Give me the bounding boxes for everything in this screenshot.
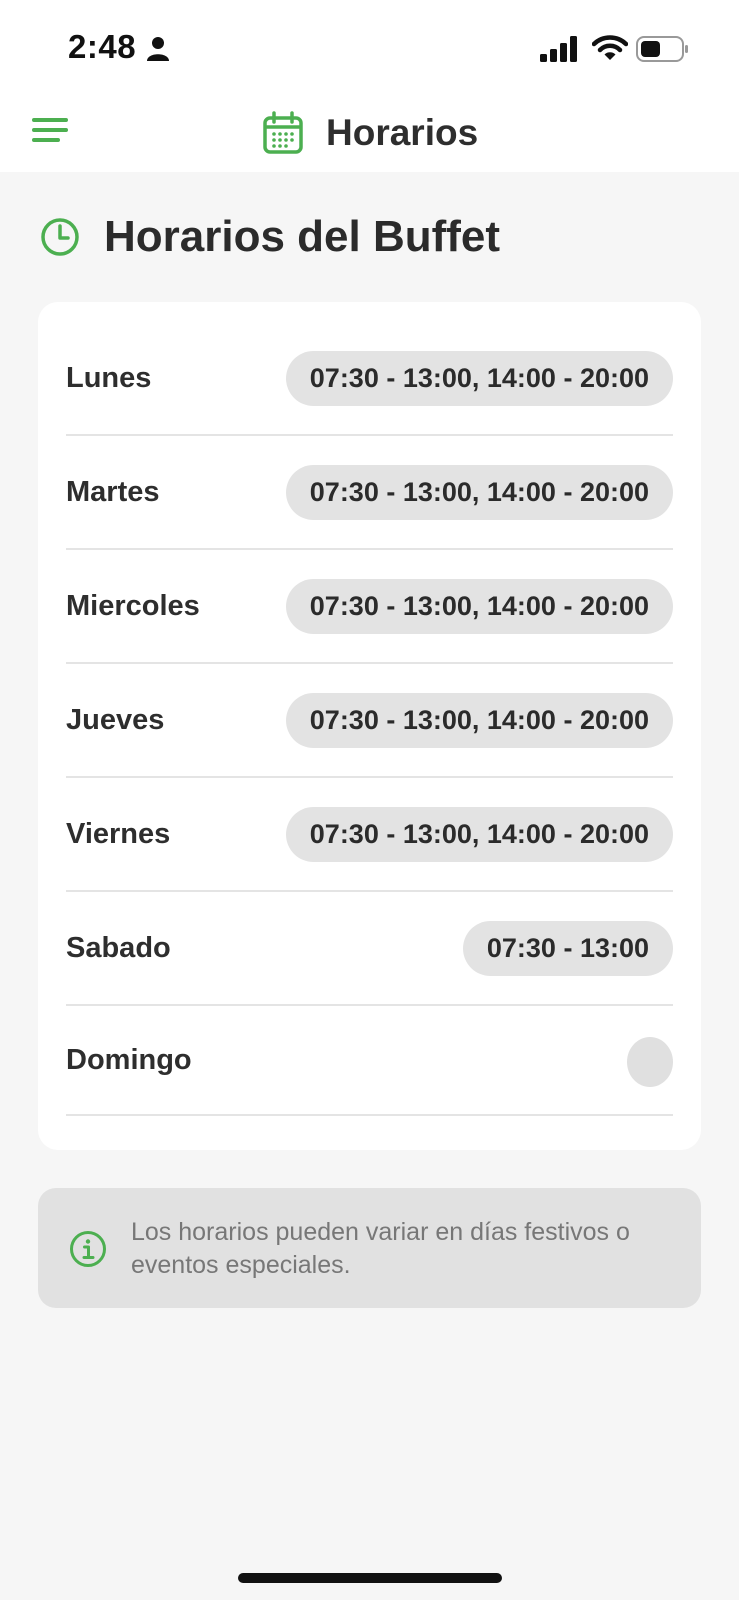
hours-badge: 07:30 - 13:00	[462, 921, 673, 976]
schedule-row-martes: Martes 07:30 - 13:00, 14:00 - 20:00	[66, 436, 673, 550]
schedule-row-miercoles: Miercoles 07:30 - 13:00, 14:00 - 20:00	[66, 550, 673, 664]
notice-text: Los horarios pueden variar en días festi…	[131, 1218, 630, 1279]
day-label: Jueves	[66, 704, 165, 736]
status-time: 2:48	[68, 28, 137, 65]
schedule-card: Lunes 07:30 - 13:00, 14:00 - 20:00 Marte…	[38, 302, 701, 1150]
day-label: Lunes	[66, 362, 152, 394]
day-label: Sabado	[66, 932, 171, 964]
app-header: Horarios	[0, 96, 739, 172]
schedule-row-sabado: Sabado 07:30 - 13:00	[66, 892, 673, 1006]
schedule-row-jueves: Jueves 07:30 - 13:00, 14:00 - 20:00	[66, 664, 673, 778]
info-notice: Los horarios pueden variar en días festi…	[38, 1188, 701, 1308]
section-header: Horarios del Buffet	[40, 212, 500, 262]
hours-badge: 07:30 - 13:00, 14:00 - 20:00	[285, 579, 673, 634]
battery-icon	[636, 36, 688, 62]
hours-badge: 07:30 - 13:00, 14:00 - 20:00	[285, 351, 673, 406]
day-label: Miercoles	[66, 590, 200, 622]
calendar-icon	[263, 111, 303, 154]
clock-icon	[41, 218, 79, 256]
person-icon	[147, 37, 169, 61]
day-label: Viernes	[66, 818, 171, 850]
schedule-row-viernes: Viernes 07:30 - 13:00, 14:00 - 20:00	[66, 778, 673, 892]
hours-badge-empty	[627, 1037, 673, 1087]
info-icon	[70, 1231, 106, 1267]
hours-badge: 07:30 - 13:00, 14:00 - 20:00	[285, 807, 673, 862]
schedule-row-lunes: Lunes 07:30 - 13:00, 14:00 - 20:00	[66, 322, 673, 436]
schedule-row-domingo: Domingo	[66, 1006, 673, 1116]
page-title: Horarios	[326, 112, 479, 153]
signal-icon	[540, 36, 577, 62]
day-label: Martes	[66, 476, 160, 508]
home-indicator[interactable]	[238, 1573, 502, 1583]
hours-badge: 07:30 - 13:00, 14:00 - 20:00	[285, 465, 673, 520]
menu-icon[interactable]	[32, 116, 68, 146]
status-bar: 2:48	[0, 0, 739, 96]
header-title-group: Horarios	[262, 108, 478, 158]
wifi-icon	[592, 35, 628, 60]
day-label: Domingo	[66, 1044, 192, 1076]
hours-badge: 07:30 - 13:00, 14:00 - 20:00	[285, 693, 673, 748]
section-title: Horarios del Buffet	[104, 212, 501, 261]
